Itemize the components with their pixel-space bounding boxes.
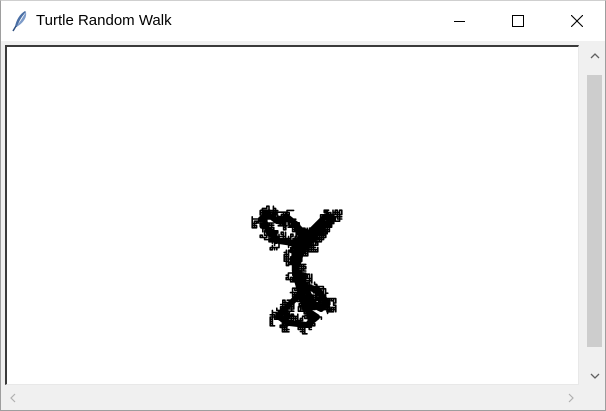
close-button[interactable] <box>553 1 601 41</box>
scroll-right-button[interactable] <box>561 389 581 409</box>
chevron-up-icon <box>590 46 600 64</box>
scroll-down-button[interactable] <box>585 365 604 385</box>
minimize-button[interactable] <box>437 1 483 41</box>
random-walk-drawing <box>251 205 343 335</box>
chevron-left-icon <box>10 390 16 408</box>
scrollbar-corner <box>585 389 604 409</box>
minimize-icon <box>454 15 466 27</box>
scroll-left-button[interactable] <box>3 389 23 409</box>
title-bar[interactable]: Turtle Random Walk <box>1 1 605 41</box>
turtle-canvas-area[interactable] <box>5 45 579 385</box>
maximize-icon <box>512 15 524 27</box>
random-walk-path <box>251 205 343 335</box>
feather-icon <box>11 10 29 32</box>
vertical-scrollbar[interactable] <box>585 45 604 385</box>
horizontal-scrollbar[interactable] <box>1 389 585 409</box>
scroll-up-button[interactable] <box>585 45 604 65</box>
turtle-window: Turtle Random Walk <box>0 0 606 411</box>
walk-trail <box>258 212 336 328</box>
vertical-scroll-thumb[interactable] <box>587 75 602 347</box>
maximize-button[interactable] <box>495 1 541 41</box>
window-title: Turtle Random Walk <box>36 12 172 29</box>
chevron-down-icon <box>590 366 600 384</box>
chevron-right-icon <box>568 390 574 408</box>
close-icon <box>571 15 583 27</box>
